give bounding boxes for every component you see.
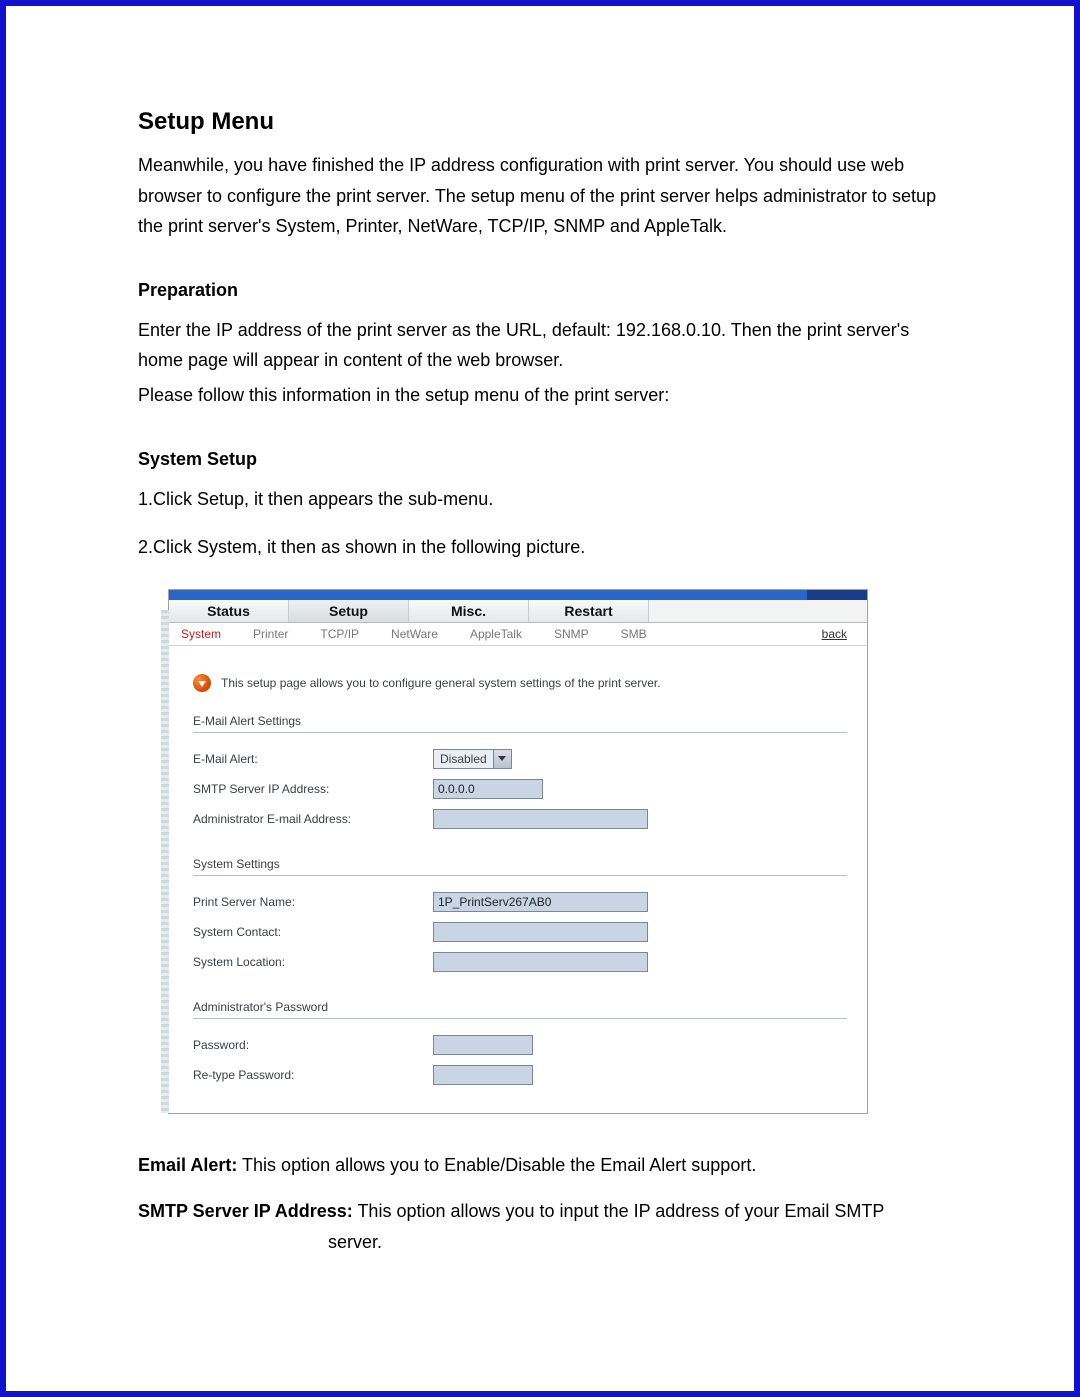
label-print-server-name: Print Server Name: xyxy=(193,895,433,909)
tab-restart[interactable]: Restart xyxy=(529,600,649,622)
input-print-server-name[interactable] xyxy=(433,892,648,912)
subtab-netware[interactable]: NetWare xyxy=(391,627,438,641)
label-system-location: System Location: xyxy=(193,955,433,969)
title-bar-corner xyxy=(807,590,867,600)
subtab-smb[interactable]: SMB xyxy=(621,627,647,641)
select-email-alert-value: Disabled xyxy=(434,752,493,766)
subtab-snmp[interactable]: SNMP xyxy=(554,627,589,641)
label-admin-email: Administrator E-mail Address: xyxy=(193,812,433,826)
label-email-alert: E-Mail Alert: xyxy=(193,752,433,766)
subtab-appletalk[interactable]: AppleTalk xyxy=(470,627,522,641)
input-system-contact[interactable] xyxy=(433,922,648,942)
label-smtp-ip: SMTP Server IP Address: xyxy=(193,782,433,796)
section-system-settings: System Settings xyxy=(193,857,847,876)
heading-preparation: Preparation xyxy=(138,280,942,301)
label-system-contact: System Contact: xyxy=(193,925,433,939)
input-retype-password[interactable] xyxy=(433,1065,533,1085)
label-retype-password: Re-type Password: xyxy=(193,1068,433,1082)
page-frame: Setup Menu Meanwhile, you have finished … xyxy=(0,0,1080,1397)
intro-paragraph: Meanwhile, you have finished the IP addr… xyxy=(138,150,942,242)
section-admin-password: Administrator's Password xyxy=(193,1000,847,1019)
description-email-alert: Email Alert: This option allows you to E… xyxy=(138,1150,942,1181)
desc-smtp-text: This option allows you to input the IP a… xyxy=(353,1201,885,1221)
desc-email-alert-label: Email Alert: xyxy=(138,1155,237,1175)
main-tab-row: Status Setup Misc. Restart xyxy=(169,600,867,623)
tab-status[interactable]: Status xyxy=(169,600,289,622)
sub-tab-row: System Printer TCP/IP NetWare AppleTalk … xyxy=(169,623,867,646)
info-text: This setup page allows you to configure … xyxy=(221,676,661,690)
heading-system-setup: System Setup xyxy=(138,449,942,470)
info-banner: This setup page allows you to configure … xyxy=(193,674,847,692)
select-email-alert[interactable]: Disabled xyxy=(433,749,512,769)
system-setup-screenshot: Status Setup Misc. Restart System Printe… xyxy=(168,589,868,1114)
subtab-tcpip[interactable]: TCP/IP xyxy=(320,627,359,641)
system-setup-step-1: 1.Click Setup, it then appears the sub-m… xyxy=(138,484,942,515)
system-setup-step-2: 2.Click System, it then as shown in the … xyxy=(138,532,942,563)
desc-smtp-text-line2: server. xyxy=(138,1227,942,1258)
setup-panel-body: This setup page allows you to configure … xyxy=(169,646,867,1113)
subtab-system[interactable]: System xyxy=(181,627,221,641)
preparation-paragraph-1: Enter the IP address of the print server… xyxy=(138,315,942,376)
section-email-alert-settings: E-Mail Alert Settings xyxy=(193,714,847,733)
chevron-down-icon xyxy=(493,750,511,768)
input-system-location[interactable] xyxy=(433,952,648,972)
document-body: Setup Menu Meanwhile, you have finished … xyxy=(138,108,942,1258)
info-icon xyxy=(193,674,211,692)
subtab-back[interactable]: back xyxy=(822,627,847,641)
heading-setup-menu: Setup Menu xyxy=(138,108,942,136)
tab-misc[interactable]: Misc. xyxy=(409,600,529,622)
description-smtp: SMTP Server IP Address: This option allo… xyxy=(138,1196,942,1257)
input-smtp-ip[interactable] xyxy=(433,779,543,799)
subtab-printer[interactable]: Printer xyxy=(253,627,288,641)
desc-smtp-label: SMTP Server IP Address: xyxy=(138,1201,353,1221)
input-admin-email[interactable] xyxy=(433,809,648,829)
decorative-left-strip xyxy=(161,610,169,1113)
desc-email-alert-text: This option allows you to Enable/Disable… xyxy=(237,1155,756,1175)
window-title-bar xyxy=(169,590,867,600)
label-password: Password: xyxy=(193,1038,433,1052)
tab-setup[interactable]: Setup xyxy=(289,600,409,622)
input-password[interactable] xyxy=(433,1035,533,1055)
preparation-paragraph-2: Please follow this information in the se… xyxy=(138,380,942,411)
